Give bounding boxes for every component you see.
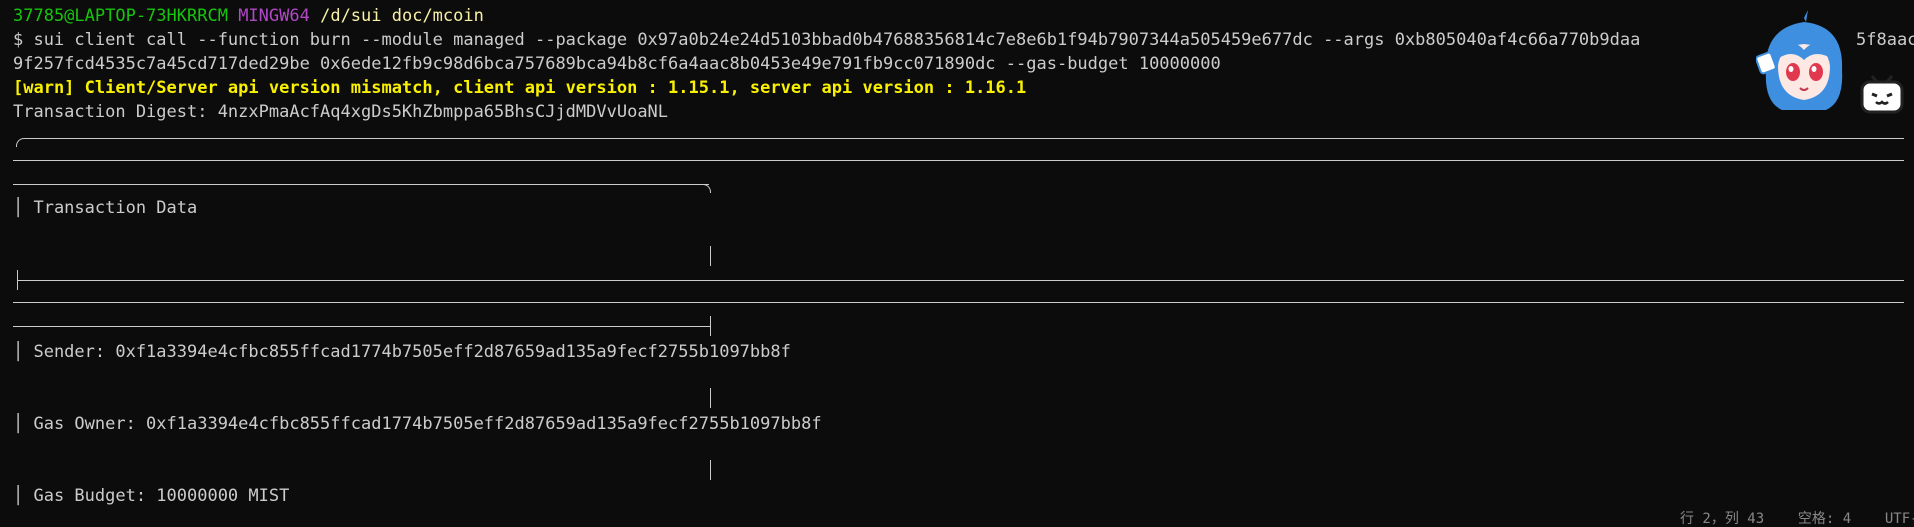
version-warning: [warn] Client/Server api version mismatc… xyxy=(13,78,1027,98)
section-top-right-corner xyxy=(702,184,711,193)
row-right-bar-1 xyxy=(710,388,711,408)
box-top-left-corner xyxy=(16,138,25,147)
prompt-path: /d/sui doc/mcoin xyxy=(320,6,484,26)
anime-mascot-icon xyxy=(1756,10,1843,110)
editor-status-tail: 行 2，列 43 空格: 4 UTF-8 xyxy=(1680,511,1914,527)
command-line-1-tail: 5f8aac xyxy=(1856,30,1914,50)
divider-rule-2 xyxy=(17,280,1904,281)
prompt-user-host: 37785@LAPTOP-73HKRRCM xyxy=(13,6,228,26)
row-right-bar-2 xyxy=(710,460,711,480)
divider-rule-1 xyxy=(13,160,1904,161)
terminal-window[interactable]: 37785@LAPTOP-73HKRRCM MINGW64 /d/sui doc… xyxy=(0,0,1914,526)
divider-rule-3 xyxy=(13,302,1904,303)
section-top-rule xyxy=(13,184,709,185)
command-line-1: $ sui client call --function burn --modu… xyxy=(13,30,1641,50)
row-top-right-bar xyxy=(710,316,711,336)
box-top-rule xyxy=(24,138,1904,139)
sender-row: │ Sender: 0xf1a3394e4cfbc855ffcad1774b75… xyxy=(13,342,791,362)
prompt-shell: MINGW64 xyxy=(238,6,310,26)
prompt-line: 37785@LAPTOP-73HKRRCM MINGW64 /d/sui doc… xyxy=(13,4,484,28)
gas-owner-row: │ Gas Owner: 0xf1a3394e4cfbc855ffcad1774… xyxy=(13,414,822,434)
row-top-rule xyxy=(13,326,710,327)
section-right-bar xyxy=(710,246,711,266)
command-line-2: 9f257fcd4535c7a45cd717ded29be 0x6ede12fb… xyxy=(13,54,1221,74)
section-title: │ Transaction Data xyxy=(13,198,198,218)
tv-icon xyxy=(1860,75,1904,114)
gas-budget-row: │ Gas Budget: 10000000 MIST xyxy=(13,486,290,506)
transaction-digest: Transaction Digest: 4nzxPmaAcfAq4xgDs5Kh… xyxy=(13,102,669,122)
